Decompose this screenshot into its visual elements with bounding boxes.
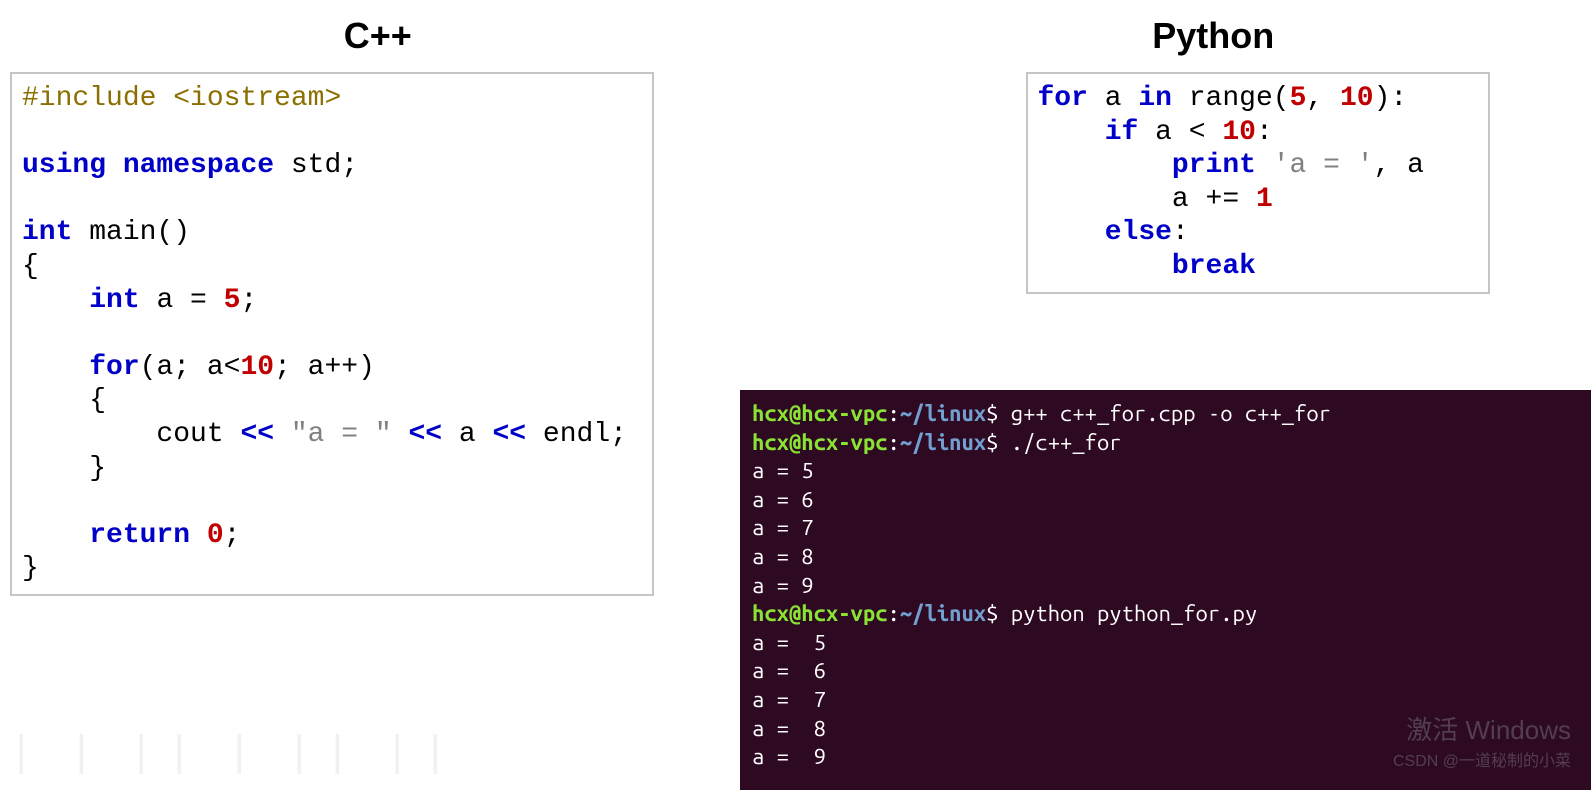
cpp-heading: C++: [10, 15, 746, 57]
ghost-bars: ⎸ ⎸ ⎸⎸ ⎸ ⎸⎸ ⎸⎸: [20, 732, 472, 779]
cpp-column: C++ #include <iostream> using namespace …: [10, 10, 746, 596]
cpp-include: #include <iostream>: [22, 83, 341, 114]
windows-watermark: 激活 Windows: [1406, 710, 1571, 747]
python-column: Python for a in range(5, 10): if a < 10:…: [846, 10, 1582, 294]
csdn-watermark: CSDN @一道秘制的小菜: [1393, 747, 1571, 771]
python-codebox: for a in range(5, 10): if a < 10: print …: [1026, 72, 1490, 294]
cpp-codebox: #include <iostream> using namespace std;…: [10, 72, 654, 596]
python-heading: Python: [846, 15, 1582, 57]
